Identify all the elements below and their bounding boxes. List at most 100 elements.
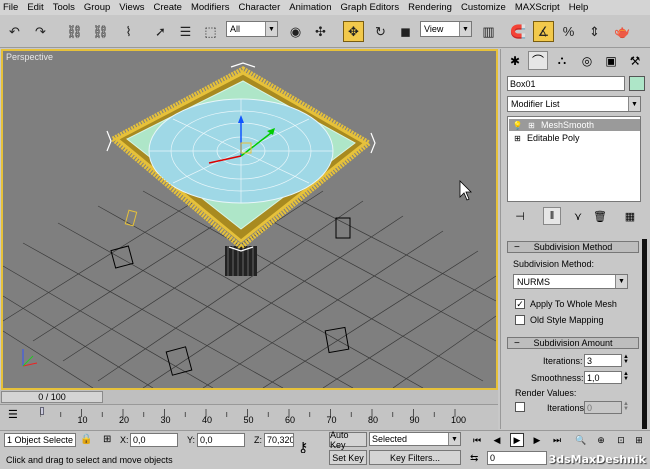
current-frame-field[interactable]: 0	[487, 451, 547, 465]
track-tick-label: 40	[202, 415, 213, 425]
menu-views[interactable]: Views	[119, 2, 144, 13]
menu-rendering[interactable]: Rendering	[408, 2, 452, 13]
menu-graph-editors[interactable]: Graph Editors	[340, 2, 399, 13]
menu-edit[interactable]: Edit	[27, 2, 43, 13]
remove-modifier-icon[interactable]: 🗑	[591, 207, 609, 225]
menu-maxscript[interactable]: MAXScript	[515, 2, 560, 13]
object-name-field[interactable]: Box01	[507, 76, 625, 91]
modify-tab-icon[interactable]: ⌒	[528, 51, 548, 70]
render-iterations-spinner[interactable]: 0 ▲ ▼	[584, 401, 629, 414]
key-filters-button[interactable]: Key Filters...	[369, 450, 461, 465]
bind-space-warp-icon[interactable]: ⌇	[118, 21, 139, 42]
helper-box-1[interactable]	[110, 245, 134, 269]
viewport-label[interactable]: Perspective	[6, 52, 53, 62]
smoothness-spinner[interactable]: 1,0 ▲ ▼	[584, 371, 629, 384]
render-iterations-checkbox[interactable]	[515, 402, 525, 412]
angle-snap-icon[interactable]: ∡	[533, 21, 554, 42]
make-unique-icon[interactable]: ⋎	[569, 207, 587, 225]
track-bar[interactable]: ☰ 10 20 30 40 50 60 70 80 90 100	[0, 404, 498, 430]
zoom-all-icon[interactable]: ⊕	[594, 433, 608, 447]
select-manipulate-icon[interactable]: ◉	[285, 21, 306, 42]
pivot-center-icon[interactable]: ▥	[478, 21, 499, 42]
hierarchy-tab-icon[interactable]: ⛬	[552, 51, 572, 70]
subdivision-method-dropdown[interactable]: NURMS ▼	[513, 274, 628, 289]
select-by-name-icon[interactable]: ☰	[175, 21, 196, 42]
lock-selection-icon[interactable]: 🔒	[80, 434, 92, 445]
box01-mesh[interactable]	[108, 66, 374, 251]
spinner-snap-icon[interactable]: ⇕	[584, 21, 605, 42]
select-move-icon[interactable]: ✥	[343, 21, 364, 42]
expand-plus-icon[interactable]: ⊞	[527, 121, 536, 130]
helper-box-4[interactable]	[165, 346, 193, 376]
apply-whole-mesh-checkbox[interactable]: ✓	[515, 299, 525, 309]
key-mode-dropdown[interactable]: Selected ▼	[369, 432, 461, 446]
time-slider-thumb[interactable]: 0 / 100	[1, 391, 103, 403]
next-frame-icon[interactable]: ▶	[530, 433, 544, 447]
modifier-list-dropdown[interactable]: Modifier List ▼	[507, 96, 641, 112]
redo-icon[interactable]: ↷	[30, 21, 51, 42]
spinner-arrows-icon[interactable]: ▲ ▼	[622, 354, 630, 366]
play-icon[interactable]: ▶	[510, 433, 524, 447]
x-coordinate-field[interactable]: 0,0	[130, 433, 178, 447]
unlink-icon[interactable]: ⛓	[90, 21, 111, 42]
key-mode-toggle-icon[interactable]: ⇆	[470, 453, 478, 464]
selected-light-helper[interactable]	[124, 209, 138, 227]
zoom-extents-all-icon[interactable]: ⊞	[632, 433, 646, 447]
rollout-subdivision-method[interactable]: − Subdivision Method	[507, 241, 639, 253]
auto-key-button[interactable]: Auto Key	[329, 430, 367, 450]
absolute-mode-icon[interactable]: ⊞	[103, 434, 111, 445]
go-to-end-icon[interactable]: ⏭	[550, 433, 564, 447]
iterations-spinner[interactable]: 3 ▲ ▼	[584, 354, 629, 367]
select-scale-icon[interactable]: ◼	[395, 21, 416, 42]
snaps-toggle-icon[interactable]: 🧲	[508, 21, 529, 42]
menu-modifiers[interactable]: Modifiers	[191, 2, 230, 13]
create-tab-icon[interactable]: ✱	[505, 51, 525, 70]
menu-create[interactable]: Create	[153, 2, 182, 13]
menu-file[interactable]: File	[3, 2, 18, 13]
region-select-icon[interactable]: ⬚	[200, 21, 221, 42]
select-object-icon[interactable]: ➚	[150, 21, 171, 42]
menu-tools[interactable]: Tools	[53, 2, 75, 13]
y-coordinate-field[interactable]: 0,0	[197, 433, 245, 447]
utilities-tab-icon[interactable]: ⚒	[625, 51, 645, 70]
show-end-result-icon[interactable]: ‖	[543, 207, 561, 225]
time-slider-bar[interactable]: 0 / 100	[0, 390, 498, 404]
stack-item-editable-poly[interactable]: ⊞ Editable Poly	[509, 132, 640, 144]
select-rotate-icon[interactable]: ↻	[370, 21, 391, 42]
display-tab-icon[interactable]: ▣	[601, 51, 621, 70]
lightbulb-icon[interactable]: 💡	[513, 121, 523, 130]
helper-box-2[interactable]	[335, 217, 351, 239]
go-to-start-icon[interactable]: ⏮	[470, 433, 484, 447]
menu-animation[interactable]: Animation	[289, 2, 331, 13]
undo-icon[interactable]: ↶	[4, 21, 25, 42]
menu-customize[interactable]: Customize	[461, 2, 506, 13]
menu-character[interactable]: Character	[239, 2, 281, 13]
set-key-button[interactable]: Set Key	[329, 450, 367, 465]
spinner-arrows-icon[interactable]: ▲ ▼	[622, 401, 630, 413]
stack-item-meshsmooth[interactable]: 💡 ⊞ MeshSmooth	[509, 119, 640, 131]
motion-tab-icon[interactable]: ◎	[577, 51, 597, 70]
zoom-extents-icon[interactable]: ⊡	[614, 433, 628, 447]
reference-coord-dropdown[interactable]: View ▼	[420, 21, 472, 37]
spinner-arrows-icon[interactable]: ▲ ▼	[622, 371, 630, 383]
crossing-icon[interactable]: ✣	[310, 21, 331, 42]
previous-frame-icon[interactable]: ◀	[490, 433, 504, 447]
zoom-icon[interactable]: 🔍	[574, 433, 588, 447]
rollout-subdivision-amount[interactable]: − Subdivision Amount	[507, 337, 639, 349]
expand-plus-icon[interactable]: ⊞	[513, 134, 522, 143]
configure-modifier-sets-icon[interactable]: ▦	[621, 207, 639, 225]
render-scene-icon[interactable]: 🫖	[612, 21, 633, 42]
select-link-icon[interactable]: ⛓	[64, 21, 85, 42]
old-style-mapping-checkbox[interactable]	[515, 315, 525, 325]
modifier-stack[interactable]: 💡 ⊞ MeshSmooth ⊞ Editable Poly	[507, 116, 641, 202]
z-coordinate-field[interactable]: 70,320	[264, 433, 294, 447]
perspective-viewport[interactable]: Perspective	[1, 49, 498, 390]
pin-stack-icon[interactable]: ⊣	[511, 207, 529, 225]
object-color-swatch[interactable]	[629, 76, 645, 91]
selection-filter-dropdown[interactable]: All ▼	[226, 21, 278, 37]
percent-snap-icon[interactable]: %	[558, 21, 579, 42]
panel-scrollbar[interactable]	[642, 239, 647, 429]
menu-help[interactable]: Help	[569, 2, 589, 13]
mini-curve-editor-icon[interactable]: ☰	[8, 408, 24, 424]
menu-group[interactable]: Group	[84, 2, 110, 13]
